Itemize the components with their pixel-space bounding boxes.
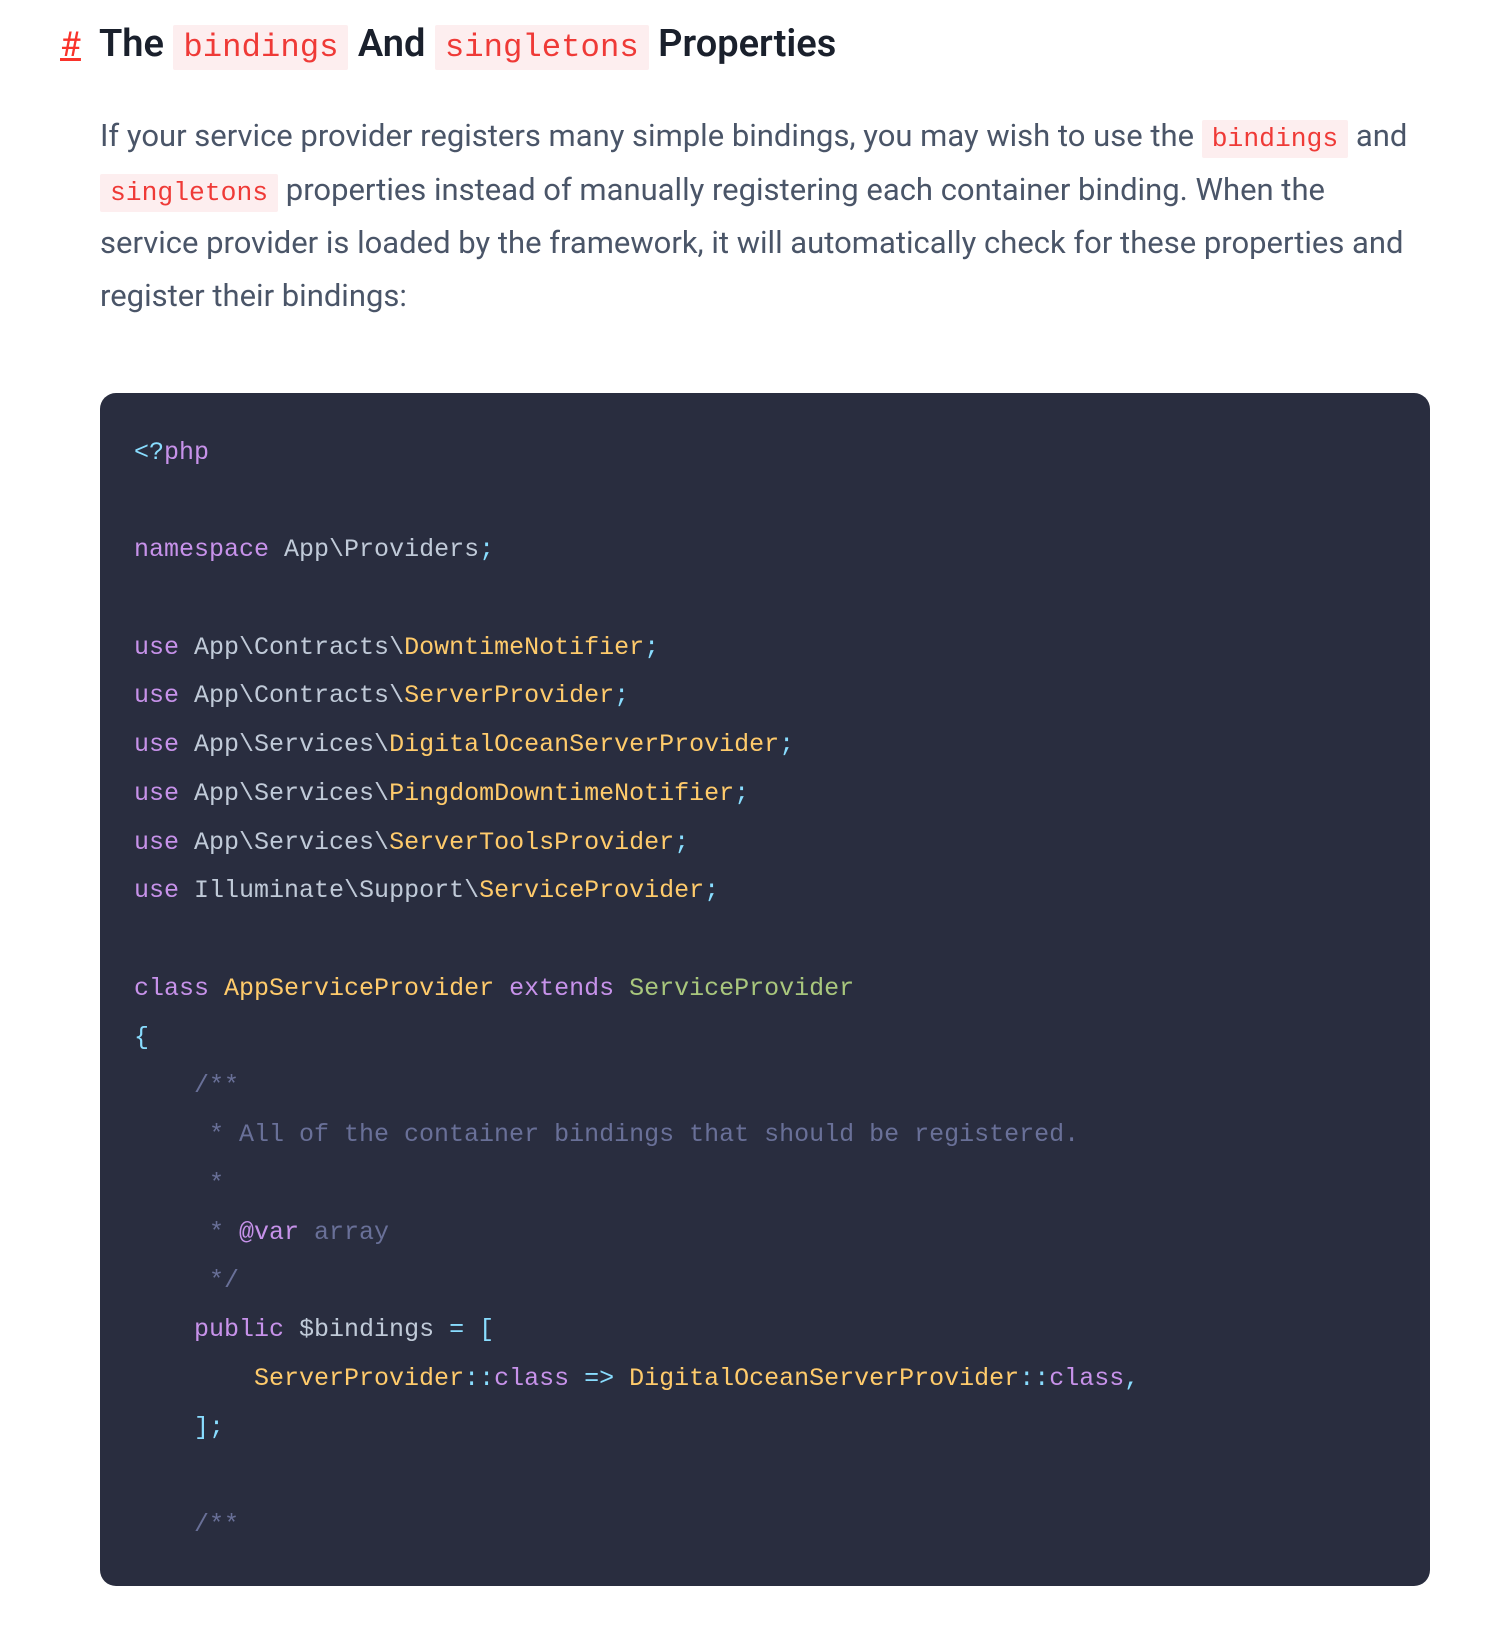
section-heading: # The bindings And singletons Properties: [60, 20, 1430, 69]
code-arrow: =>: [569, 1364, 629, 1393]
heading-part-1: The: [99, 22, 173, 66]
code-kw-use: use: [134, 730, 179, 759]
code-class-downtimenotifier: DowntimeNotifier: [404, 633, 644, 662]
doc-line-var: *: [134, 1218, 239, 1247]
doc-open: /**: [194, 1071, 239, 1100]
paragraph-text-1: If your service provider registers many …: [100, 117, 1202, 154]
doc-open-2: /**: [194, 1510, 239, 1539]
code-ns-contracts-2: App\Contracts\: [194, 681, 404, 710]
code-open-tag: <?: [134, 438, 164, 467]
heading-code-bindings: bindings: [173, 25, 348, 70]
code-kw-extends: extends: [509, 974, 614, 1003]
code-kw-use: use: [134, 681, 179, 710]
paragraph-code-bindings: bindings: [1202, 120, 1348, 158]
code-kw-namespace: namespace: [134, 535, 269, 564]
paragraph-text-2: and: [1348, 117, 1407, 154]
section-paragraph: If your service provider registers many …: [100, 109, 1430, 322]
code-class-servertools: ServerToolsProvider: [389, 828, 674, 857]
code-class-kw-2: class: [1049, 1364, 1124, 1393]
code-kw-use: use: [134, 828, 179, 857]
code-scope-2: ::: [1019, 1364, 1049, 1393]
code-kw-class: class: [134, 974, 209, 1003]
code-class-serverprovider: ServerProvider: [404, 681, 614, 710]
code-kw-use: use: [134, 779, 179, 808]
code-close-bracket: ];: [134, 1413, 224, 1442]
code-class-kw-1: class: [494, 1364, 569, 1393]
code-kw-public: public: [194, 1315, 284, 1344]
code-class-serviceprovider: ServiceProvider: [479, 876, 704, 905]
heading-anchor-hash[interactable]: #: [60, 23, 81, 67]
heading-part-2: And: [348, 22, 434, 66]
code-kw-use: use: [134, 876, 179, 905]
doc-type-array: array: [299, 1218, 389, 1247]
code-class-pingdom: PingdomDowntimeNotifier: [389, 779, 734, 808]
doc-at-var: @var: [239, 1218, 299, 1247]
code-kw-use: use: [134, 633, 179, 662]
code-map-key: ServerProvider: [254, 1364, 464, 1393]
code-ns-app-providers: App\Providers: [284, 535, 479, 564]
code-block: <?php namespace App\Providers; use App\C…: [100, 393, 1430, 1586]
paragraph-code-singletons: singletons: [100, 174, 278, 212]
code-php: php: [164, 438, 209, 467]
doc-close: */: [134, 1266, 239, 1295]
code-eq-open-bracket: = [: [434, 1315, 494, 1344]
code-class-appserviceprovider: AppServiceProvider: [224, 974, 494, 1003]
doc-line-desc: * All of the container bindings that sho…: [134, 1120, 1079, 1149]
code-ns-illuminate: Illuminate\Support\: [194, 876, 479, 905]
heading-part-3: Properties: [649, 22, 837, 66]
heading-code-singletons: singletons: [435, 25, 649, 70]
doc-line-empty: *: [134, 1169, 224, 1198]
code-ns-services-3: App\Services\: [194, 828, 389, 857]
code-class-digitalocean: DigitalOceanServerProvider: [389, 730, 779, 759]
heading-text: The bindings And singletons Properties: [99, 20, 836, 69]
documentation-section: # The bindings And singletons Properties…: [0, 0, 1490, 1626]
code-ns-contracts-1: App\Contracts\: [194, 633, 404, 662]
code-scope-1: ::: [464, 1364, 494, 1393]
code-var-bindings: $bindings: [299, 1315, 434, 1344]
code-ns-services-2: App\Services\: [194, 779, 389, 808]
paragraph-text-3: properties instead of manually registeri…: [100, 171, 1404, 315]
code-ns-services-1: App\Services\: [194, 730, 389, 759]
code-map-value: DigitalOceanServerProvider: [629, 1364, 1019, 1393]
code-class-extends: ServiceProvider: [629, 974, 854, 1003]
